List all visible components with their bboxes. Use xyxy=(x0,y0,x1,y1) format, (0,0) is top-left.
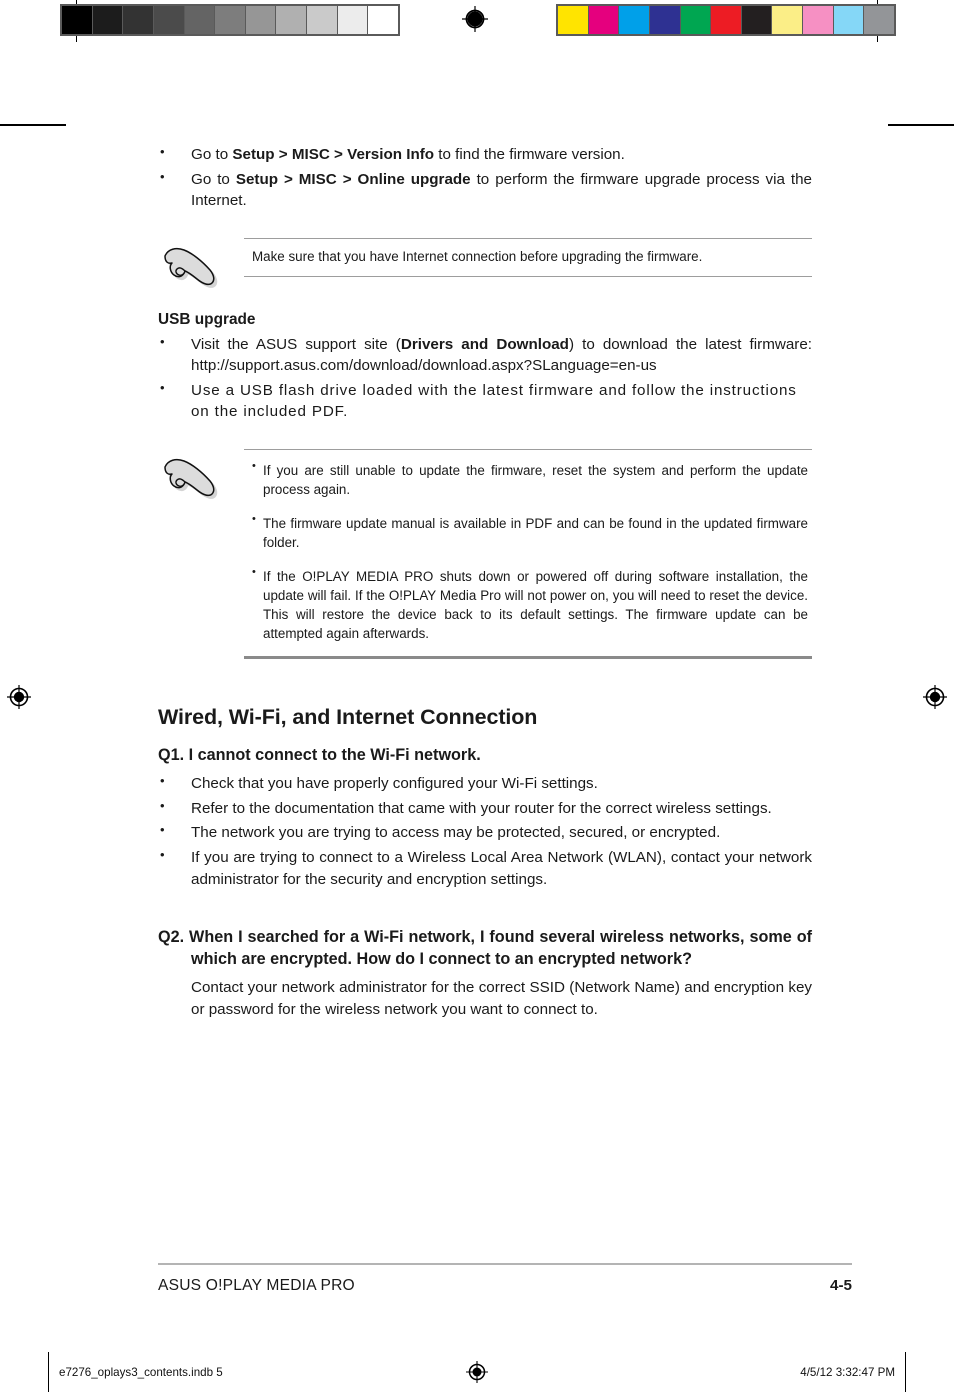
registration-mark-right-center xyxy=(922,684,948,710)
color-swatch xyxy=(772,6,804,34)
section-heading-connection: Wired, Wi-Fi, and Internet Connection xyxy=(158,705,538,730)
color-swatch xyxy=(558,6,589,34)
question-1-heading: Q1. I cannot connect to the Wi-Fi networ… xyxy=(158,746,481,765)
print-slug-filename: e7276_oplays3_contents.indb 5 xyxy=(59,1365,223,1379)
registration-mark-top-center xyxy=(462,6,488,32)
note-bullet-list: If you are still unable to update the fi… xyxy=(252,459,808,643)
print-slug-bar: e7276_oplays3_contents.indb 5 4/5/12 3:3… xyxy=(0,1352,954,1392)
color-swatch xyxy=(711,6,742,34)
color-swatch xyxy=(864,6,895,34)
crop-mark-top-left-horizontal xyxy=(0,124,66,126)
color-swatch xyxy=(588,6,620,34)
question-1-bullet-list: Check that you have properly configured … xyxy=(158,772,812,890)
note-box-firmware-troubleshooting: If you are still unable to update the fi… xyxy=(158,449,812,660)
list-item: Use a USB flash drive loaded with the la… xyxy=(158,379,812,423)
crop-mark-top-right-horizontal xyxy=(888,124,954,126)
color-swatch xyxy=(649,6,681,34)
question-2-heading: Q2. When I searched for a Wi-Fi network,… xyxy=(158,928,812,969)
note-body: If you are still unable to update the fi… xyxy=(244,449,812,660)
bullet-text-bold: Setup > MISC > Online upgrade xyxy=(235,170,471,188)
grayscale-swatch xyxy=(153,6,185,34)
list-item: Check that you have properly configured … xyxy=(158,772,812,795)
list-item: If you are trying to connect to a Wirele… xyxy=(158,846,812,890)
color-swatch xyxy=(680,6,712,34)
registration-mark-bottom-center xyxy=(465,1360,489,1384)
list-item: Visit the ASUS support site (Drivers and… xyxy=(158,333,812,377)
grayscale-swatch xyxy=(184,6,216,34)
question-2-answer: Contact your network administrator for t… xyxy=(191,979,812,1018)
note-body: Make sure that you have Internet connect… xyxy=(244,237,812,277)
color-swatch xyxy=(803,6,834,34)
list-item: The firmware update manual is available … xyxy=(252,512,808,552)
print-slug-timestamp: 4/5/12 3:32:47 PM xyxy=(800,1365,895,1379)
color-calibration-bar xyxy=(556,4,896,36)
grayscale-swatch xyxy=(62,6,93,34)
grayscale-swatch xyxy=(245,6,277,34)
pointing-hand-icon xyxy=(158,244,220,292)
grayscale-swatch xyxy=(337,6,369,34)
grayscale-swatch xyxy=(307,6,338,34)
usb-upgrade-bullet-list: Visit the ASUS support site (Drivers and… xyxy=(158,333,812,423)
bullet-text-post: to find the firmware version. xyxy=(434,146,625,163)
firmware-version-bullet-list: Go to Setup > MISC > Version Info to fin… xyxy=(158,143,812,212)
grayscale-calibration-bar xyxy=(60,4,400,36)
color-swatch xyxy=(833,6,865,34)
bullet-text-pre: Go to xyxy=(191,170,236,188)
grayscale-swatch xyxy=(92,6,124,34)
document-page: Go to Setup > MISC > Version Info to fin… xyxy=(0,0,954,1392)
grayscale-swatch xyxy=(123,6,154,34)
color-swatch xyxy=(741,6,773,34)
grayscale-swatch xyxy=(368,6,399,34)
bullet-text-pre: Visit the ASUS support site ( xyxy=(191,335,401,353)
pointing-hand-icon xyxy=(158,455,220,503)
note-box-internet-connection: Make sure that you have Internet connect… xyxy=(158,237,812,292)
list-item: If the O!PLAY MEDIA PRO shuts down or po… xyxy=(252,565,808,643)
list-item: Refer to the documentation that came wit… xyxy=(158,797,812,820)
page-content: Go to Setup > MISC > Version Info to fin… xyxy=(158,143,812,1020)
list-item: If you are still unable to update the fi… xyxy=(252,459,808,499)
color-swatch xyxy=(619,6,650,34)
page-footer: ASUS O!PLAY MEDIA PRO 4-5 xyxy=(158,1263,852,1295)
bullet-text-pre: Go to xyxy=(191,146,233,163)
list-item: The network you are trying to access may… xyxy=(158,822,812,844)
list-item: Go to Setup > MISC > Online upgrade to p… xyxy=(158,168,812,212)
footer-page-number: 4-5 xyxy=(830,1277,852,1294)
usb-upgrade-heading: USB upgrade xyxy=(158,310,256,328)
list-item: Go to Setup > MISC > Version Info to fin… xyxy=(158,143,812,166)
grayscale-swatch xyxy=(215,6,246,34)
footer-document-title: ASUS O!PLAY MEDIA PRO xyxy=(158,1277,355,1294)
bullet-text-bold: Drivers and Download xyxy=(400,335,569,353)
note-text: Make sure that you have Internet connect… xyxy=(252,248,703,264)
footer-divider xyxy=(158,1263,852,1265)
bullet-text-post: Use a USB flash drive loaded with the la… xyxy=(191,381,797,421)
registration-mark-left-center xyxy=(6,684,32,710)
bullet-text-bold: Setup > MISC > Version Info xyxy=(232,146,435,163)
grayscale-swatch xyxy=(276,6,308,34)
